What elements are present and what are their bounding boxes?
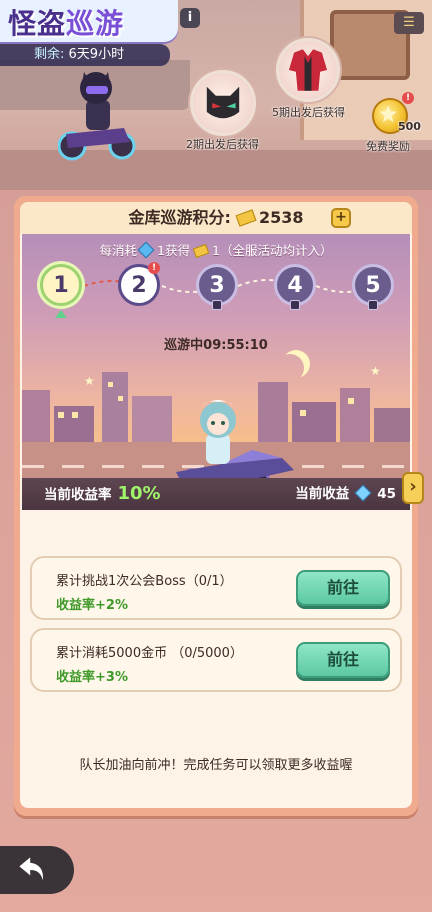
score-bar: 金库巡游积分: 2538 <box>20 202 412 234</box>
reward-jacket-caption: 5期出发后获得 <box>272 106 345 119</box>
red-jacket-icon <box>288 49 328 91</box>
reward-jacket[interactable] <box>276 38 340 102</box>
lock-icon <box>368 300 378 310</box>
add-score-button[interactable]: + <box>331 208 351 228</box>
task-item: 累计消耗5000金币 （0/5000） 收益率+3% 前往 <box>30 628 402 692</box>
remaining-time: 剩余: 6天9小时 <box>0 44 170 66</box>
stage-2-alert-badge: ! <box>148 262 160 274</box>
earnings-bar: 当前收益率 10% 当前收益 45 <box>22 478 410 510</box>
shop-corner-button[interactable]: ☰ <box>394 12 424 34</box>
earn-rate-value: 10% <box>117 483 161 504</box>
diamond-icon <box>137 241 155 259</box>
stage-1[interactable]: 1 <box>40 264 82 306</box>
free-reward-amount: 500 <box>398 120 421 133</box>
current-earnings: 当前收益 45 <box>295 478 396 510</box>
score-value: 2538 <box>258 208 304 227</box>
score-label: 金库巡游积分: <box>128 208 231 227</box>
back-arrow-icon <box>19 857 43 881</box>
black-cat-helmet-icon <box>206 86 240 119</box>
reward-helmet-caption: 2期出发后获得 <box>186 138 259 151</box>
remaining-label: 剩余: <box>34 47 65 62</box>
task-name: 累计挑战1次公会Boss（0/1） <box>56 574 233 589</box>
consume-text-1: 每消耗 <box>99 243 138 258</box>
earn-rate: 当前收益率 10% <box>44 478 161 510</box>
free-reward-alert-badge: ! <box>402 92 414 104</box>
task-bonus: 收益率+3% <box>56 670 128 685</box>
task-go-button[interactable]: 前往 <box>296 642 390 678</box>
title-part-1: 怪盗 <box>8 7 67 40</box>
task-name: 累计消耗5000金币 （0/5000） <box>56 646 243 661</box>
cruise-timer: 巡游中09:55:10 <box>164 338 268 353</box>
consume-text-3: 1（全服活动均计入） <box>212 243 333 258</box>
remaining-value: 6天9小时 <box>68 47 125 62</box>
biker-character <box>58 72 136 161</box>
event-title: 怪盗巡游 <box>8 2 124 42</box>
task-bonus: 收益率+2% <box>56 598 128 613</box>
consume-text-2: 1获得 <box>157 243 190 258</box>
task-go-button[interactable]: 前往 <box>296 570 390 606</box>
encourage-tip: 队长加油向前冲！完成任务可以领取更多收益喔 <box>79 758 353 773</box>
ticket-icon <box>235 209 257 227</box>
earn-label: 当前收益 <box>295 486 350 502</box>
stage-1-marker-icon <box>55 310 67 318</box>
lock-icon <box>212 300 222 310</box>
earn-value: 45 <box>377 486 396 502</box>
earn-rate-label: 当前收益率 <box>44 487 112 503</box>
task-item: 累计挑战1次公会Boss（0/1） 收益率+2% 前往 <box>30 556 402 620</box>
ticket-icon <box>192 243 210 259</box>
back-button[interactable] <box>0 846 74 894</box>
free-reward-caption: 免费奖励 <box>366 140 410 153</box>
reward-helmet[interactable] <box>190 70 256 136</box>
lock-icon <box>290 300 300 310</box>
next-arrow-button[interactable]: › <box>402 472 424 504</box>
title-part-2: 巡游 <box>66 7 125 40</box>
info-button[interactable]: i <box>180 8 200 28</box>
cruise-scene: 每消耗 1获得 1（全服活动均计入） 1 2 ! 3 4 5 巡游中09:55:10… <box>22 234 410 510</box>
diamond-icon <box>354 484 372 502</box>
consume-rule: 每消耗 1获得 1（全服活动均计入） <box>22 240 410 259</box>
event-title-box: 怪盗巡游 <box>0 0 178 42</box>
